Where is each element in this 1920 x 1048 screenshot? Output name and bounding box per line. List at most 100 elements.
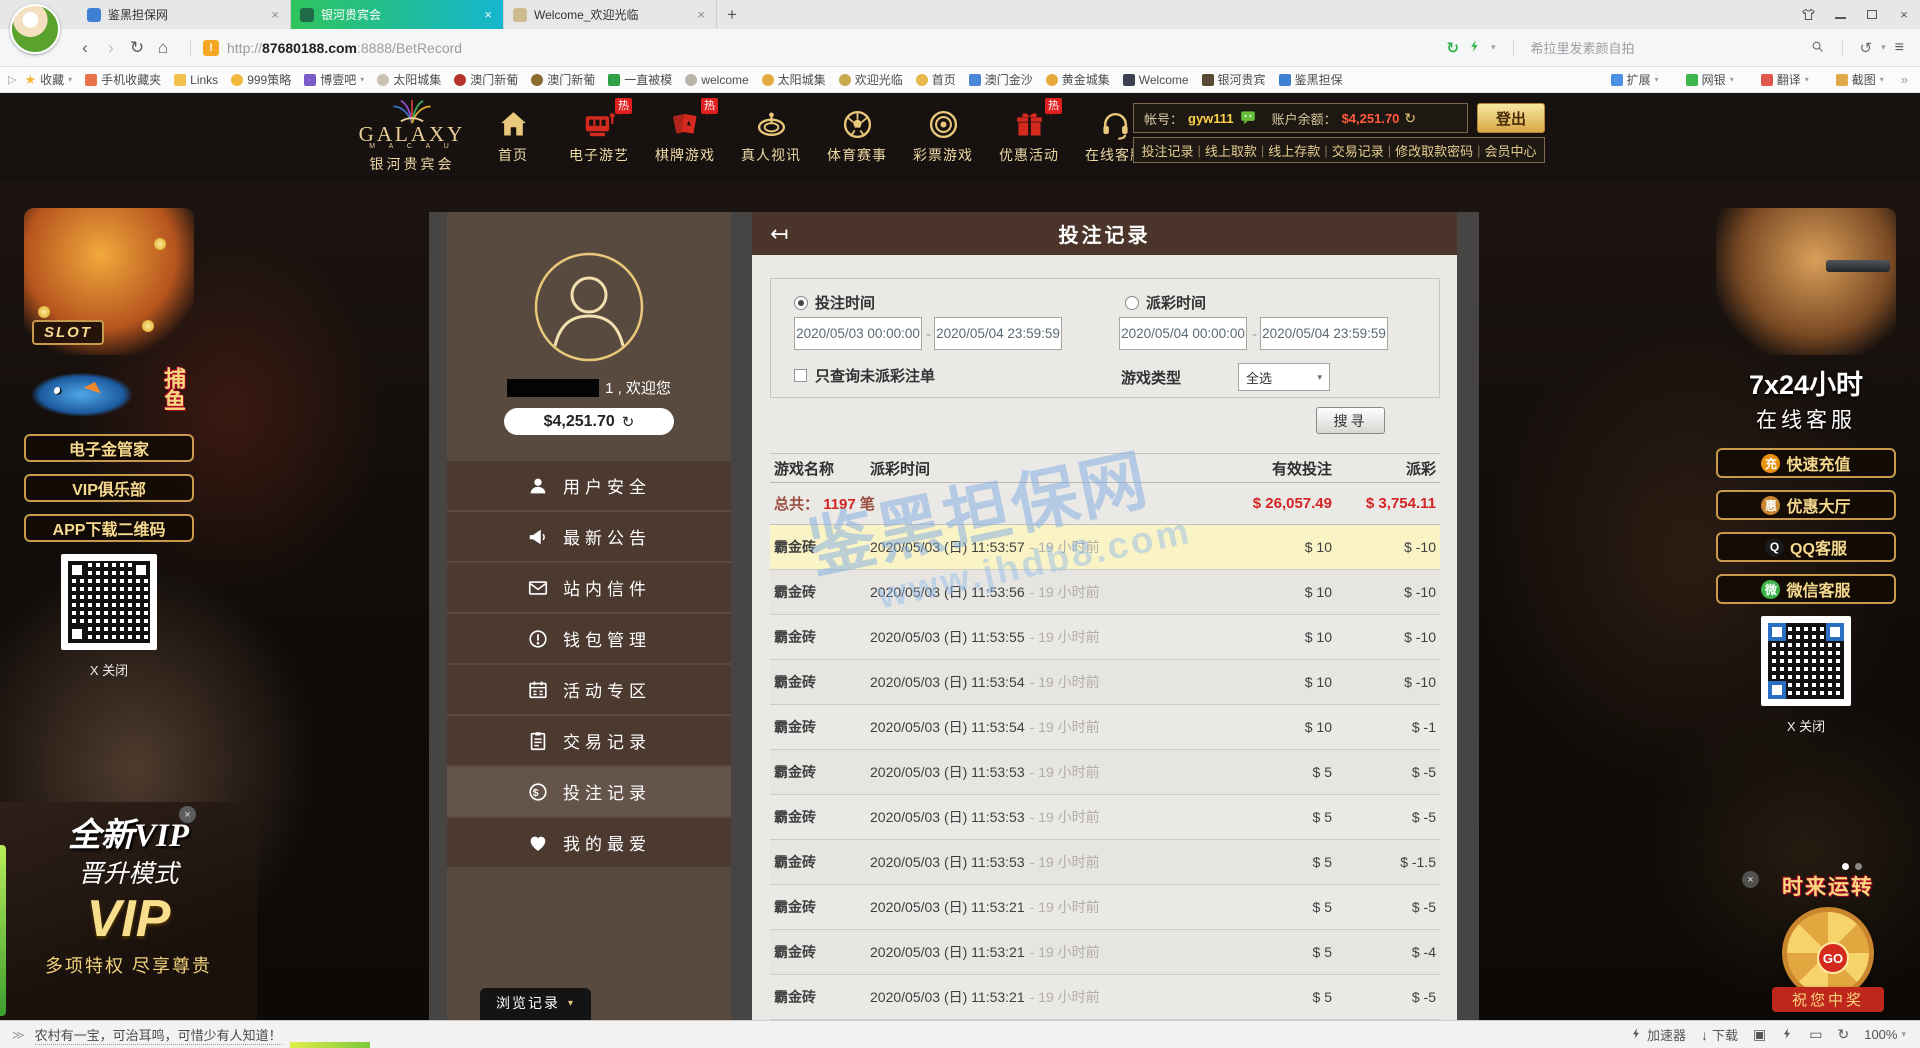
bookmark-item[interactable]: welcome: [685, 71, 748, 88]
nav-item-优惠活动[interactable]: 优惠活动热: [986, 101, 1072, 165]
site-logo[interactable]: GALAXY M A C A U 银河贵宾会: [352, 99, 472, 174]
toolbar-tool-翻译[interactable]: 翻译▾: [1761, 71, 1809, 88]
bookmark-item[interactable]: 一直被模: [608, 71, 672, 88]
bookmark-item[interactable]: 首页: [916, 71, 956, 88]
table-row[interactable]: 霸金砖2020/05/03 (日) 11:53:53- 19 小时前$ 5$ -…: [770, 750, 1440, 795]
speed-icon[interactable]: [1468, 39, 1482, 57]
slot-game-banner[interactable]: SLOT: [24, 208, 194, 355]
account-link-线上取款[interactable]: 线上取款: [1201, 141, 1261, 160]
bookmark-item[interactable]: 欢迎光临: [839, 71, 903, 88]
table-row[interactable]: 霸金砖2020/05/03 (日) 11:53:53- 19 小时前$ 5$ -…: [770, 795, 1440, 840]
carousel-dot[interactable]: [1855, 863, 1862, 870]
address-bar[interactable]: ! http://87680188.com:8888/BetRecord ↻ ▾…: [199, 34, 1920, 62]
news-ticker-link[interactable]: 农村有一宝，可治耳鸣，可惜少有人知道！: [35, 1025, 282, 1045]
bookmark-item[interactable]: 澳门金沙: [969, 71, 1033, 88]
search-icon[interactable]: [1810, 39, 1825, 57]
account-link-线上存款[interactable]: 线上存款: [1264, 141, 1324, 160]
payout-time-radio[interactable]: 派彩时间: [1125, 292, 1206, 313]
unsettled-checkbox[interactable]: 只查询未派彩注单: [794, 365, 935, 386]
maximize-icon[interactable]: [1864, 7, 1880, 23]
table-row[interactable]: 霸金砖2020/05/03 (日) 11:53:54- 19 小时前$ 10$ …: [770, 705, 1440, 750]
payout-from-input[interactable]: 2020/05/04 00:00:00: [1119, 317, 1247, 350]
bookmark-item[interactable]: Welcome: [1123, 71, 1189, 88]
bookmark-item[interactable]: 手机收藏夹: [85, 71, 161, 88]
nav-item-首页[interactable]: 首页: [470, 101, 556, 165]
left-rail-button-APP下载二维码[interactable]: APP下载二维码: [24, 514, 194, 542]
address-caret-icon[interactable]: ▾: [1491, 42, 1496, 53]
bookmark-item[interactable]: 银河贵宾: [1202, 71, 1266, 88]
right-rail-button-优惠大厅[interactable]: 惠优惠大厅: [1716, 490, 1896, 520]
fullscreen-icon[interactable]: ▭: [1809, 1026, 1822, 1043]
table-row[interactable]: 霸金砖2020/05/03 (日) 11:53:53- 19 小时前$ 5$ -…: [770, 840, 1440, 885]
table-row[interactable]: 霸金砖2020/05/03 (日) 11:53:21- 19 小时前$ 5$ -…: [770, 975, 1440, 1020]
radio-off-icon[interactable]: [1125, 296, 1139, 310]
game-type-select[interactable]: 全选 ▾: [1238, 363, 1330, 391]
refresh-icon[interactable]: ↻: [1837, 1026, 1849, 1043]
back-icon[interactable]: ‹: [72, 38, 98, 58]
table-row[interactable]: 霸金砖2020/05/03 (日) 11:53:21- 19 小时前$ 5$ -…: [770, 885, 1440, 930]
account-link-交易记录[interactable]: 交易记录: [1328, 141, 1388, 160]
toolbar-tool-扩展[interactable]: 扩展▾: [1611, 71, 1659, 88]
payout-to-input[interactable]: 2020/05/04 23:59:59: [1260, 317, 1388, 350]
bookmark-item[interactable]: 博壹吧▾: [304, 71, 364, 88]
lucky-wheel-ad[interactable]: 时来运转 GO 祝您中奖: [1760, 857, 1896, 1020]
right-rail-close-button[interactable]: X 关闭: [1716, 716, 1896, 735]
browser-tab[interactable]: 银河贵宾会×: [291, 0, 504, 29]
sidebar-item-钱包管理[interactable]: 钱包管理: [447, 614, 731, 663]
right-rail-button-QQ客服[interactable]: QQQ客服: [1716, 532, 1896, 562]
vip-ad-close-icon[interactable]: ×: [179, 806, 196, 823]
carousel-dot[interactable]: [1842, 863, 1849, 870]
sidebar-item-活动专区[interactable]: 活动专区: [447, 665, 731, 714]
bookmark-item[interactable]: 太阳城集: [377, 71, 441, 88]
bookmark-item[interactable]: 黄金城集: [1046, 71, 1110, 88]
browser-tab[interactable]: Welcome_欢迎光临×: [504, 0, 717, 29]
table-row[interactable]: 霸金砖2020/05/03 (日) 11:53:55- 19 小时前$ 10$ …: [770, 615, 1440, 660]
checkbox-icon[interactable]: [794, 369, 807, 382]
window-mode-icon[interactable]: ▣: [1753, 1026, 1766, 1043]
nav-item-棋牌游戏[interactable]: 棋牌游戏热: [642, 101, 728, 165]
bookmark-item[interactable]: 澳门新葡: [454, 71, 518, 88]
right-rail-button-快速充值[interactable]: 充快速充值: [1716, 448, 1896, 478]
bookmark-item[interactable]: 鉴黑担保: [1279, 71, 1343, 88]
new-tab-button[interactable]: +: [717, 0, 747, 29]
site-warning-icon[interactable]: !: [203, 40, 219, 56]
table-row[interactable]: 霸金砖2020/05/03 (日) 11:53:57- 19 小时前$ 10$ …: [770, 525, 1440, 570]
browser-tab[interactable]: 鉴黑担保网×: [78, 0, 291, 29]
vip-promo-ad[interactable]: 全新VIP 晋升模式 VIP 多项特权 尽享尊贵: [0, 802, 257, 1020]
tab-close-icon[interactable]: ×: [695, 7, 707, 22]
account-link-修改取款密码[interactable]: 修改取款密码: [1391, 141, 1477, 160]
sidebar-balance-refresh-icon[interactable]: ↻: [622, 413, 635, 431]
bookmark-item[interactable]: 太阳城集: [762, 71, 826, 88]
nav-item-真人视讯[interactable]: 真人视讯: [728, 101, 814, 165]
left-rail-button-电子金管家[interactable]: 电子金管家: [24, 434, 194, 462]
table-row[interactable]: 霸金砖2020/05/03 (日) 11:53:54- 19 小时前$ 10$ …: [770, 660, 1440, 705]
reload-icon[interactable]: ↻: [124, 38, 150, 58]
tab-close-icon[interactable]: ×: [269, 7, 281, 22]
bookmarks-overflow-icon[interactable]: »: [1897, 72, 1912, 87]
account-link-投注记录[interactable]: 投注记录: [1137, 141, 1197, 160]
shooter-game-banner[interactable]: [1716, 208, 1896, 355]
download-button[interactable]: ↓下载: [1701, 1025, 1738, 1044]
tab-close-icon[interactable]: ×: [482, 7, 494, 22]
bet-time-radio[interactable]: 投注时间: [794, 292, 875, 313]
chat-bubble-icon[interactable]: [1239, 110, 1257, 126]
sidebar-item-站内信件[interactable]: 站内信件: [447, 563, 731, 612]
browser-avatar[interactable]: [10, 4, 60, 54]
bookmarks-lead-icon[interactable]: ▷: [8, 73, 16, 86]
sidebar-item-交易记录[interactable]: 交易记录: [447, 716, 731, 765]
sidebar-item-最新公告[interactable]: 最新公告: [447, 512, 731, 561]
accelerator-button[interactable]: 加速器: [1630, 1025, 1686, 1044]
collapse-back-icon[interactable]: ↤: [770, 221, 788, 247]
logout-button[interactable]: 登出: [1477, 103, 1545, 133]
forward-icon[interactable]: ›: [98, 38, 124, 58]
minimize-icon[interactable]: [1832, 7, 1848, 23]
sidebar-item-用户安全[interactable]: 用户安全: [447, 461, 731, 510]
left-rail-close-button[interactable]: X 关闭: [24, 660, 194, 679]
sidebar-item-我的最爱[interactable]: 我的最爱: [447, 818, 731, 867]
bookmark-item[interactable]: Links: [174, 71, 218, 88]
nav-item-彩票游戏[interactable]: 彩票游戏: [900, 101, 986, 165]
balance-refresh-icon[interactable]: ↻: [1404, 110, 1416, 127]
radio-on-icon[interactable]: [794, 296, 808, 310]
search-button[interactable]: 搜寻: [1316, 407, 1385, 434]
menu-icon[interactable]: ≡: [1895, 39, 1914, 57]
